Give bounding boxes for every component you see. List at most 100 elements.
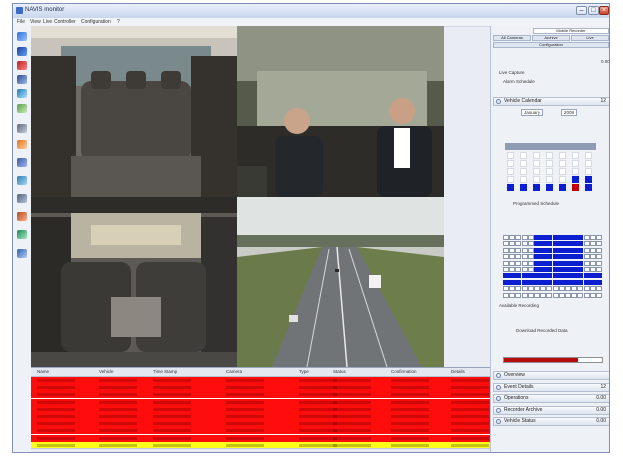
schedule-cell[interactable]	[577, 247, 584, 253]
schedule-cell[interactable]	[540, 267, 547, 272]
calendar-day[interactable]	[507, 184, 514, 191]
calendar-day[interactable]	[533, 184, 540, 191]
table-row[interactable]	[31, 405, 501, 413]
schedule-cell[interactable]	[521, 241, 528, 247]
schedule-cell[interactable]	[589, 273, 596, 279]
schedule-cell[interactable]	[527, 247, 534, 253]
schedule-cell[interactable]	[565, 273, 571, 279]
schedule-cell[interactable]	[521, 260, 528, 266]
schedule-cell[interactable]	[540, 260, 547, 266]
calendar-day[interactable]	[585, 152, 592, 159]
schedule-cell[interactable]	[503, 273, 509, 279]
close-button[interactable]: ×	[599, 6, 609, 15]
schedule-cell[interactable]	[527, 241, 534, 247]
option-alarm-schedule[interactable]: Alarm Schedule	[503, 79, 535, 84]
schedule-cell[interactable]	[503, 247, 509, 253]
tab-mobile-recorder[interactable]: Mobile Recorder	[533, 28, 609, 34]
schedule-cell[interactable]	[534, 235, 540, 240]
schedule-cell[interactable]	[552, 260, 559, 266]
schedule-cell[interactable]	[589, 286, 596, 292]
section-recorder-archive[interactable]: Recorder Archive 0.00	[493, 406, 609, 415]
schedule-cell[interactable]	[571, 292, 578, 298]
schedule-cell[interactable]	[509, 286, 516, 292]
year-select[interactable]: 2008	[561, 109, 578, 116]
schedule-cell[interactable]	[571, 279, 578, 285]
schedule-cell[interactable]	[583, 254, 590, 260]
schedule-cell[interactable]	[509, 260, 516, 266]
calendar-day[interactable]	[546, 168, 553, 175]
schedule-cell[interactable]	[565, 254, 571, 260]
menu-configuration[interactable]: Configuration	[81, 19, 111, 25]
schedule-cell[interactable]	[540, 247, 547, 253]
table-row[interactable]	[31, 398, 501, 406]
schedule-cell[interactable]	[558, 260, 565, 266]
schedule-cell[interactable]	[583, 260, 590, 266]
schedule-cell[interactable]	[552, 286, 559, 292]
calendar-day[interactable]	[507, 160, 514, 167]
schedule-cell[interactable]	[596, 241, 602, 247]
section-operations[interactable]: Operations 0.00	[493, 394, 609, 403]
table-row[interactable]	[31, 377, 501, 384]
schedule-cell[interactable]	[534, 292, 540, 298]
events-horizontal-scrollbar[interactable]	[31, 448, 501, 452]
schedule-cell[interactable]	[534, 286, 540, 292]
schedule-cell[interactable]	[515, 260, 522, 266]
calendar-day[interactable]	[585, 168, 592, 175]
schedule-cell[interactable]	[546, 286, 553, 292]
schedule-cell[interactable]	[577, 254, 584, 260]
schedule-cell[interactable]	[509, 254, 516, 260]
alarm-button[interactable]	[15, 228, 29, 240]
calendar-day[interactable]	[520, 168, 527, 175]
schedule-cell[interactable]	[583, 241, 590, 247]
schedule-cell[interactable]	[527, 286, 534, 292]
col-timestamp[interactable]: Time Stamp	[153, 369, 177, 374]
schedule-cell[interactable]	[589, 247, 596, 253]
schedule-cell[interactable]	[509, 267, 516, 272]
schedule-cell[interactable]	[534, 260, 540, 266]
calendar-day[interactable]	[585, 160, 592, 167]
schedule-cell[interactable]	[565, 292, 571, 298]
schedule-cell[interactable]	[571, 247, 578, 253]
menu-help[interactable]: ?	[117, 19, 120, 25]
schedule-cell[interactable]	[596, 267, 602, 272]
schedule-cell[interactable]	[546, 254, 553, 260]
section-event-details[interactable]: Event Details 12	[493, 383, 609, 392]
vehicle-button[interactable]	[15, 45, 29, 57]
schedule-cell[interactable]	[571, 235, 578, 240]
schedule-cell[interactable]	[527, 279, 534, 285]
table-row[interactable]	[31, 391, 501, 399]
schedule-cell[interactable]	[546, 247, 553, 253]
schedule-cell[interactable]	[589, 267, 596, 272]
calendar-day[interactable]	[572, 184, 579, 191]
schedule-cell[interactable]	[521, 292, 528, 298]
schedule-cell[interactable]	[527, 273, 534, 279]
schedule-cell[interactable]	[521, 267, 528, 272]
schedule-cell[interactable]	[515, 241, 522, 247]
schedule-cell[interactable]	[503, 292, 509, 298]
calendar-day[interactable]	[585, 176, 592, 183]
schedule-cell[interactable]	[577, 292, 584, 298]
calendar-day[interactable]	[533, 160, 540, 167]
schedule-cell[interactable]	[503, 254, 509, 260]
calendar-day[interactable]	[507, 152, 514, 159]
schedule-cell[interactable]	[577, 286, 584, 292]
section-vehicle-calendar[interactable]: Vehicle Calendar 12	[493, 97, 609, 106]
camera-feed-rear-seats[interactable]	[31, 26, 237, 197]
schedule-cell[interactable]	[515, 235, 522, 240]
schedule-cell[interactable]	[546, 260, 553, 266]
schedule-cell[interactable]	[546, 292, 553, 298]
schedule-cell[interactable]	[583, 267, 590, 272]
schedule-cell[interactable]	[534, 254, 540, 260]
table-row[interactable]	[31, 384, 501, 392]
calendar-day[interactable]	[533, 152, 540, 159]
schedule-cell[interactable]	[583, 247, 590, 253]
tab-live[interactable]: Live	[571, 35, 609, 41]
schedule-cell[interactable]	[546, 235, 553, 240]
users-button[interactable]	[15, 156, 29, 168]
schedule-cell[interactable]	[583, 279, 590, 285]
option-live-capture[interactable]: Live Capture	[499, 70, 525, 75]
schedule-cell[interactable]	[503, 279, 509, 285]
schedule-cell[interactable]	[596, 286, 602, 292]
schedule-cell[interactable]	[552, 273, 559, 279]
camera-feed-road[interactable]	[237, 197, 444, 367]
